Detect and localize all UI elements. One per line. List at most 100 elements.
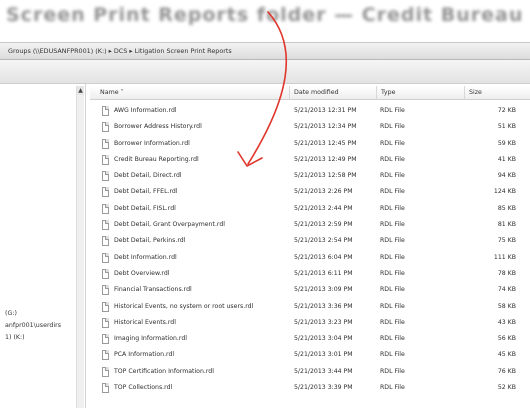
file-date-modified: 5/21/2013 12:49 PM xyxy=(294,155,357,163)
file-row[interactable]: Debt Overview.rdl 5/21/2013 6:11 PM RDL Fi… xyxy=(90,267,530,283)
file-name: TOP Certification Information.rdl xyxy=(114,367,214,375)
file-type: RDL File xyxy=(380,204,405,212)
file-icon xyxy=(102,122,109,133)
column-type[interactable]: Type xyxy=(376,86,464,100)
file-date-modified: 5/21/2013 6:11 PM xyxy=(294,269,353,277)
file-type: RDL File xyxy=(380,384,405,392)
file-date-modified: 5/21/2013 2:54 PM xyxy=(294,237,353,245)
file-size: 85 KB xyxy=(497,204,516,212)
file-name: Historical Events.rdl xyxy=(114,318,176,326)
scroll-up-icon[interactable]: ▲ xyxy=(77,86,84,95)
file-date-modified: 5/21/2013 2:26 PM xyxy=(294,188,353,196)
file-size: 56 KB xyxy=(497,335,516,343)
file-icon xyxy=(102,350,109,361)
toolbar xyxy=(0,60,530,84)
navigation-pane: (G:) anfpr001\userdirs 1) (K:) xyxy=(0,84,86,408)
file-name: AWG Information.rdl xyxy=(114,107,177,114)
file-date-modified: 5/21/2013 6:04 PM xyxy=(294,253,353,261)
file-type: RDL File xyxy=(380,351,405,359)
file-row[interactable]: TOP Collections.rdl 5/21/2013 3:39 PM RDL … xyxy=(90,381,530,397)
file-size: 58 KB xyxy=(497,302,516,310)
address-bar[interactable]: Groups (\\EDUSANFPR001) (K:) ▸ DCS ▸ Lit… xyxy=(0,42,530,60)
file-date-modified: 5/21/2013 3:23 PM xyxy=(294,318,353,326)
file-icon xyxy=(102,187,109,198)
address-path[interactable]: Groups (\\EDUSANFPR001) (K:) ▸ DCS ▸ Lit… xyxy=(8,47,232,55)
file-size: 78 KB xyxy=(497,269,516,277)
file-row[interactable]: Debt Detail, FFEL.rdl 5/21/2013 2:26 PM RD… xyxy=(90,185,530,201)
file-name: Borrower Information.rdl xyxy=(114,139,190,147)
file-row[interactable]: Debt Detail, Direct.rdl 5/21/2013 12:58 P… xyxy=(90,169,530,185)
file-icon xyxy=(102,268,109,279)
file-row[interactable]: Borrower Information.rdl 5/21/2013 12:45 … xyxy=(90,137,530,153)
file-icon xyxy=(102,203,109,214)
file-type: RDL File xyxy=(380,253,405,261)
file-size: 72 KB xyxy=(497,107,516,114)
file-icon xyxy=(102,138,109,149)
file-date-modified: 5/21/2013 12:58 PM xyxy=(294,172,357,180)
file-type: RDL File xyxy=(380,172,405,180)
file-icon xyxy=(102,171,109,182)
file-size: 81 KB xyxy=(497,221,516,229)
file-row[interactable]: TOP Certification Information.rdl 5/21/20… xyxy=(90,365,530,381)
file-icon xyxy=(102,301,109,312)
file-name: Imaging Information.rdl xyxy=(114,335,187,343)
file-type: RDL File xyxy=(380,286,405,294)
file-list: AWG Information.rdl 5/21/2013 12:31 PM RDL… xyxy=(90,104,530,397)
nav-scrollbar[interactable]: ▲ xyxy=(76,86,84,408)
file-icon xyxy=(102,383,109,394)
file-row[interactable]: Debt Information.rdl 5/21/2013 6:04 PM RDL… xyxy=(90,251,530,267)
file-size: 51 KB xyxy=(497,123,516,131)
file-name: Historical Events, no system or root use… xyxy=(114,302,254,310)
file-row[interactable]: Debt Detail, Perkins.rdl 5/21/2013 2:54 P… xyxy=(90,234,530,250)
file-icon xyxy=(102,334,109,345)
column-name[interactable]: Name ˅ xyxy=(90,86,289,100)
file-icon xyxy=(102,106,109,116)
file-row[interactable]: Historical Events, no system or root use… xyxy=(90,300,530,316)
file-type: RDL File xyxy=(380,237,405,245)
file-date-modified: 5/21/2013 3:36 PM xyxy=(294,302,353,310)
nav-item-userdirs[interactable]: anfpr001\userdirs xyxy=(5,322,61,329)
column-size[interactable]: Size xyxy=(464,86,530,100)
file-date-modified: 5/21/2013 3:44 PM xyxy=(294,367,353,375)
top-caption-blurred: Screen Print Reports folder — Credit Bur… xyxy=(6,4,526,26)
file-name: Credit Bureau Reporting.rdl xyxy=(114,155,199,163)
file-name: Debt Overview.rdl xyxy=(114,269,170,277)
file-date-modified: 5/21/2013 12:34 PM xyxy=(294,123,357,131)
file-name: Debt Detail, FFEL.rdl xyxy=(114,188,178,196)
file-name: Debt Detail, FISL.rdl xyxy=(114,204,176,212)
file-icon xyxy=(102,317,109,328)
file-row[interactable]: Imaging Information.rdl 5/21/2013 3:04 PM… xyxy=(90,332,530,348)
file-date-modified: 5/21/2013 12:31 PM xyxy=(294,107,357,114)
file-date-modified: 5/21/2013 2:59 PM xyxy=(294,221,353,229)
file-date-modified: 5/21/2013 3:04 PM xyxy=(294,335,353,343)
file-row[interactable]: AWG Information.rdl 5/21/2013 12:31 PM RDL… xyxy=(90,104,530,120)
nav-item-g-drive[interactable]: (G:) xyxy=(5,310,17,317)
file-icon xyxy=(102,285,109,296)
nav-item-k-drive[interactable]: 1) (K:) xyxy=(5,334,25,341)
file-icon xyxy=(102,252,109,263)
file-type: RDL File xyxy=(380,269,405,277)
file-name: Debt Information.rdl xyxy=(114,253,177,261)
file-row[interactable]: Credit Bureau Reporting.rdl 5/21/2013 12:… xyxy=(90,153,530,169)
file-size: 124 KB xyxy=(493,188,516,196)
file-name: Borrower Address History.rdl xyxy=(114,123,202,131)
file-icon xyxy=(102,236,109,247)
file-row[interactable]: PCA Information.rdl 5/21/2013 3:01 PM RDL … xyxy=(90,348,530,364)
file-row[interactable]: Financial Transactions.rdl 5/21/2013 3:09… xyxy=(90,283,530,299)
file-name: Debt Detail, Grant Overpayment.rdl xyxy=(114,221,225,229)
file-row[interactable]: Debt Detail, Grant Overpayment.rdl 5/21/2… xyxy=(90,218,530,234)
file-row[interactable]: Historical Events.rdl 5/21/2013 3:23 PM RD… xyxy=(90,316,530,332)
file-type: RDL File xyxy=(380,221,405,229)
file-date-modified: 5/21/2013 12:45 PM xyxy=(294,139,357,147)
file-size: 52 KB xyxy=(497,384,516,392)
file-row[interactable]: Borrower Address History.rdl 5/21/2013 12… xyxy=(90,120,530,136)
file-type: RDL File xyxy=(380,155,405,163)
file-type: RDL File xyxy=(380,107,405,114)
column-date-modified[interactable]: Date modified xyxy=(289,86,376,100)
file-row[interactable]: Debt Detail, FISL.rdl 5/21/2013 2:44 PM RD… xyxy=(90,202,530,218)
file-type: RDL File xyxy=(380,335,405,343)
file-size: 45 KB xyxy=(497,351,516,359)
file-size: 74 KB xyxy=(497,286,516,294)
file-date-modified: 5/21/2013 3:39 PM xyxy=(294,384,353,392)
file-size: 76 KB xyxy=(497,367,516,375)
